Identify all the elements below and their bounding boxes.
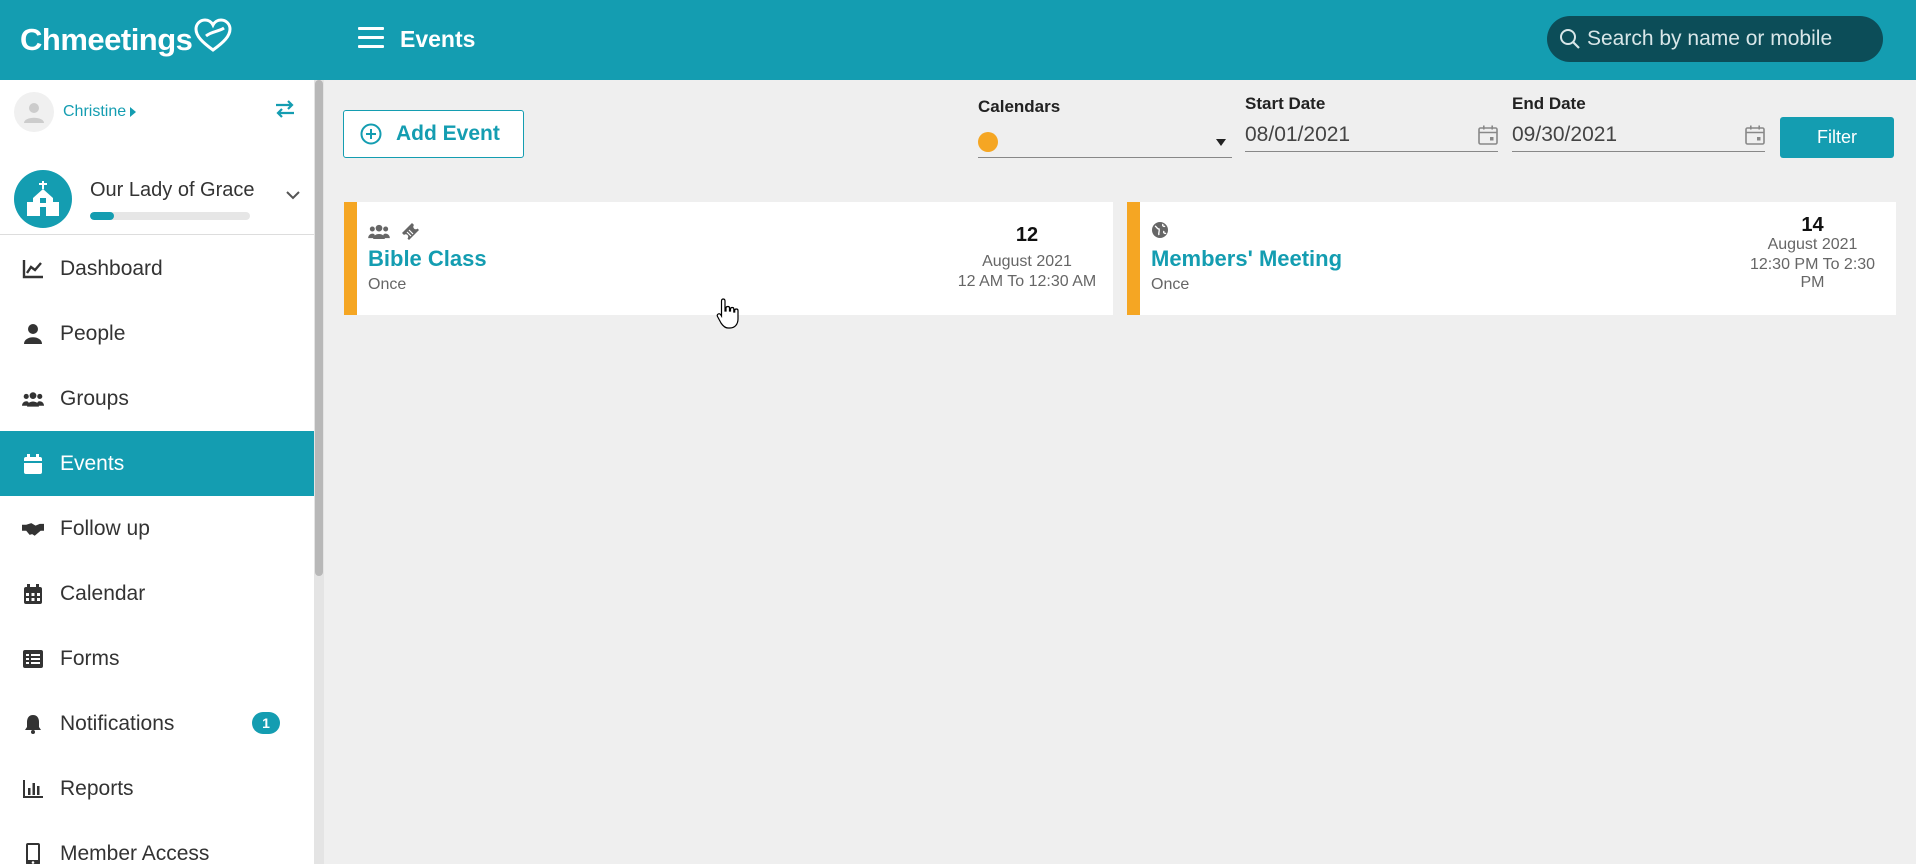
search-box[interactable] bbox=[1547, 16, 1883, 62]
event-date: 12 August 2021 12 AM To 12:30 AM bbox=[952, 224, 1102, 291]
start-date-label: Start Date bbox=[1245, 94, 1326, 113]
calendars-select[interactable] bbox=[978, 124, 1232, 158]
chart-line-icon bbox=[22, 258, 44, 280]
mobile-icon bbox=[22, 842, 44, 864]
calendar-color-dot bbox=[978, 132, 998, 152]
event-title[interactable]: Bible Class bbox=[368, 246, 487, 272]
app-logo[interactable]: Chmeetings bbox=[20, 18, 232, 62]
user-menu[interactable]: Christine bbox=[14, 92, 137, 132]
organization-progress-fill bbox=[90, 211, 114, 220]
sidebar-item-forms[interactable]: Forms bbox=[0, 626, 314, 691]
list-icon bbox=[22, 648, 44, 670]
caret-right-icon bbox=[130, 107, 137, 117]
users-icon bbox=[368, 224, 390, 239]
calendar-picker-icon[interactable] bbox=[1745, 125, 1765, 145]
sidebar-item-follow-up[interactable]: Follow up bbox=[0, 496, 314, 561]
calendars-label: Calendars bbox=[978, 97, 1061, 116]
calendar-picker-icon[interactable] bbox=[1478, 125, 1498, 145]
sidebar: Christine Our Lady of Grace Dashboard Pe… bbox=[0, 80, 314, 864]
users-icon bbox=[22, 388, 44, 410]
sidebar-item-label: Member Access bbox=[60, 841, 210, 864]
switch-arrows-icon[interactable] bbox=[274, 100, 296, 118]
organization-card[interactable]: Our Lady of Grace bbox=[14, 164, 304, 234]
bell-icon bbox=[22, 713, 44, 735]
start-date-value: 08/01/2021 bbox=[1245, 122, 1351, 146]
avatar bbox=[14, 92, 54, 132]
sidebar-item-groups[interactable]: Groups bbox=[0, 366, 314, 431]
event-frequency: Once bbox=[368, 276, 407, 293]
sidebar-nav: Dashboard People Groups Events Follow up… bbox=[0, 236, 314, 864]
end-date-label: End Date bbox=[1512, 94, 1586, 113]
sidebar-item-calendar[interactable]: Calendar bbox=[0, 561, 314, 626]
sidebar-item-label: People bbox=[60, 321, 126, 345]
sidebar-item-dashboard[interactable]: Dashboard bbox=[0, 236, 314, 301]
sidebar-item-reports[interactable]: Reports bbox=[0, 756, 314, 821]
sidebar-scrollbar-thumb[interactable] bbox=[315, 80, 323, 576]
search-input[interactable] bbox=[1587, 27, 1877, 51]
end-date-value: 09/30/2021 bbox=[1512, 122, 1618, 146]
logo-heart-icon bbox=[194, 18, 232, 52]
logo-text: Chmeetings bbox=[20, 22, 193, 57]
sidebar-item-people[interactable]: People bbox=[0, 301, 314, 366]
filter-button[interactable]: Filter bbox=[1780, 117, 1894, 158]
page-title: Events bbox=[400, 26, 476, 52]
sidebar-item-label: Groups bbox=[60, 386, 129, 410]
add-event-button[interactable]: Add Event bbox=[343, 110, 524, 158]
event-day: 14 bbox=[1801, 214, 1824, 236]
event-frequency: Once bbox=[1151, 276, 1190, 293]
top-bar: Chmeetings Events bbox=[0, 0, 1916, 80]
chevron-down-icon[interactable] bbox=[285, 190, 301, 200]
calendar-grid-icon bbox=[22, 583, 44, 605]
sidebar-item-label: Events bbox=[60, 451, 125, 475]
caret-down-icon bbox=[1216, 139, 1226, 146]
event-date: 14 August 2021 12:30 PM To 2:30 PM bbox=[1740, 214, 1885, 292]
handshake-icon bbox=[22, 518, 44, 540]
event-day: 12 bbox=[1015, 224, 1039, 246]
search-icon bbox=[1560, 29, 1580, 49]
user-icon bbox=[22, 323, 44, 345]
sidebar-item-label: Reports bbox=[60, 776, 134, 800]
calendar-icon bbox=[22, 453, 44, 475]
menu-toggle-icon[interactable] bbox=[358, 27, 384, 49]
sidebar-item-label: Follow up bbox=[60, 516, 150, 540]
event-time: 12 AM To 12:30 AM bbox=[957, 273, 1097, 290]
sidebar-item-notifications[interactable]: Notifications 1 bbox=[0, 691, 314, 756]
sidebar-item-label: Notifications bbox=[60, 711, 175, 735]
bar-chart-icon bbox=[22, 778, 44, 800]
end-date-field[interactable]: 09/30/2021 bbox=[1512, 118, 1765, 152]
event-title[interactable]: Members' Meeting bbox=[1151, 246, 1342, 272]
church-icon bbox=[14, 170, 72, 228]
sidebar-item-events[interactable]: Events bbox=[0, 431, 314, 496]
add-event-label: Add Event bbox=[396, 122, 500, 145]
event-time: 12:30 PM To 2:30 PM bbox=[1749, 256, 1876, 291]
ticket-icon bbox=[402, 223, 419, 240]
plus-circle-icon bbox=[360, 123, 382, 145]
notification-count-badge: 1 bbox=[252, 712, 280, 734]
globe-icon bbox=[1152, 222, 1168, 238]
sidebar-item-member-access[interactable]: Member Access bbox=[0, 821, 314, 864]
event-month: August 2021 bbox=[1767, 236, 1858, 253]
hand-pointer-cursor-icon bbox=[716, 298, 739, 329]
user-name: Christine bbox=[63, 103, 127, 120]
sidebar-item-label: Calendar bbox=[60, 581, 146, 605]
start-date-field[interactable]: 08/01/2021 bbox=[1245, 118, 1498, 152]
organization-progress bbox=[90, 211, 250, 220]
event-card-members-meeting[interactable]: Members' Meeting Once 14 August 2021 12:… bbox=[1127, 202, 1896, 315]
organization-name: Our Lady of Grace bbox=[90, 178, 255, 201]
sidebar-item-label: Dashboard bbox=[60, 256, 163, 280]
divider bbox=[0, 234, 314, 235]
user-avatar-icon bbox=[24, 103, 44, 123]
sidebar-item-label: Forms bbox=[60, 646, 120, 670]
event-month: August 2021 bbox=[982, 253, 1072, 270]
